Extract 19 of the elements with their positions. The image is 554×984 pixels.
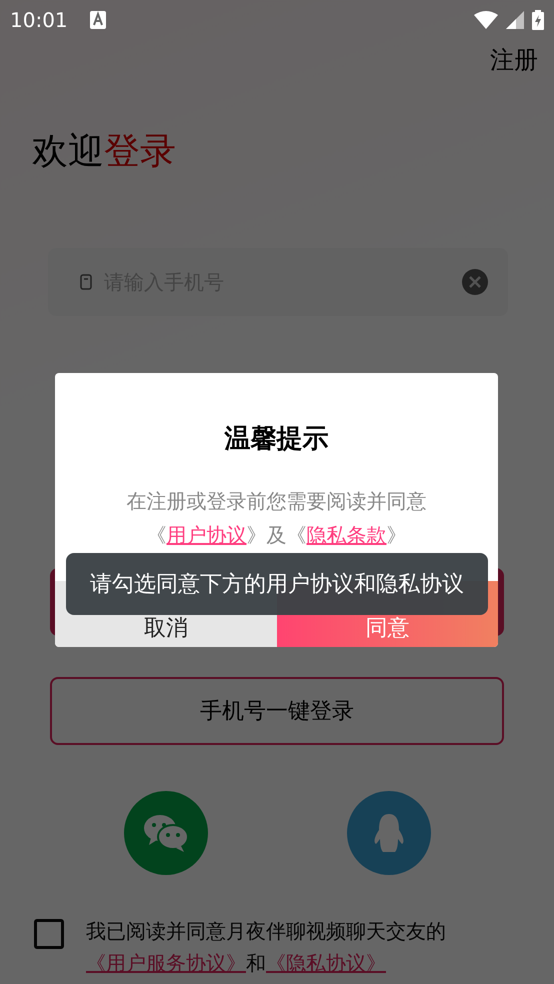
agreement-text: 我已阅读并同意月夜伴聊视频聊天交友的 《用户服务协议》和《隐私协议》 <box>86 918 447 977</box>
welcome-title: 欢迎登录 <box>32 130 177 174</box>
privacy-agreement-link[interactable]: 《隐私协议》 <box>266 951 386 975</box>
signal-icon <box>506 11 524 29</box>
wifi-icon <box>474 11 498 29</box>
dialog-message: 在注册或登录前您需要阅读并同意《用户协议》及《隐私条款》 <box>126 488 428 549</box>
one-key-login-button[interactable]: 手机号一键登录 <box>50 677 504 745</box>
status-time: 10:01 <box>10 8 68 32</box>
clear-icon[interactable] <box>462 269 488 295</box>
phone-icon <box>80 274 92 290</box>
agreement-checkbox[interactable] <box>34 919 64 949</box>
toast-message: 请勾选同意下方的用户协议和隐私协议 <box>66 553 488 615</box>
dialog-title: 温馨提示 <box>223 423 330 456</box>
user-agreement-link[interactable]: 《用户服务协议》 <box>86 951 246 975</box>
battery-icon <box>532 10 544 30</box>
register-link[interactable]: 注册 <box>490 44 538 76</box>
terms-link[interactable]: 用户协议 <box>166 523 246 547</box>
keyboard-notification-icon <box>90 11 106 29</box>
terms-link[interactable]: 隐私条款 <box>306 523 386 547</box>
